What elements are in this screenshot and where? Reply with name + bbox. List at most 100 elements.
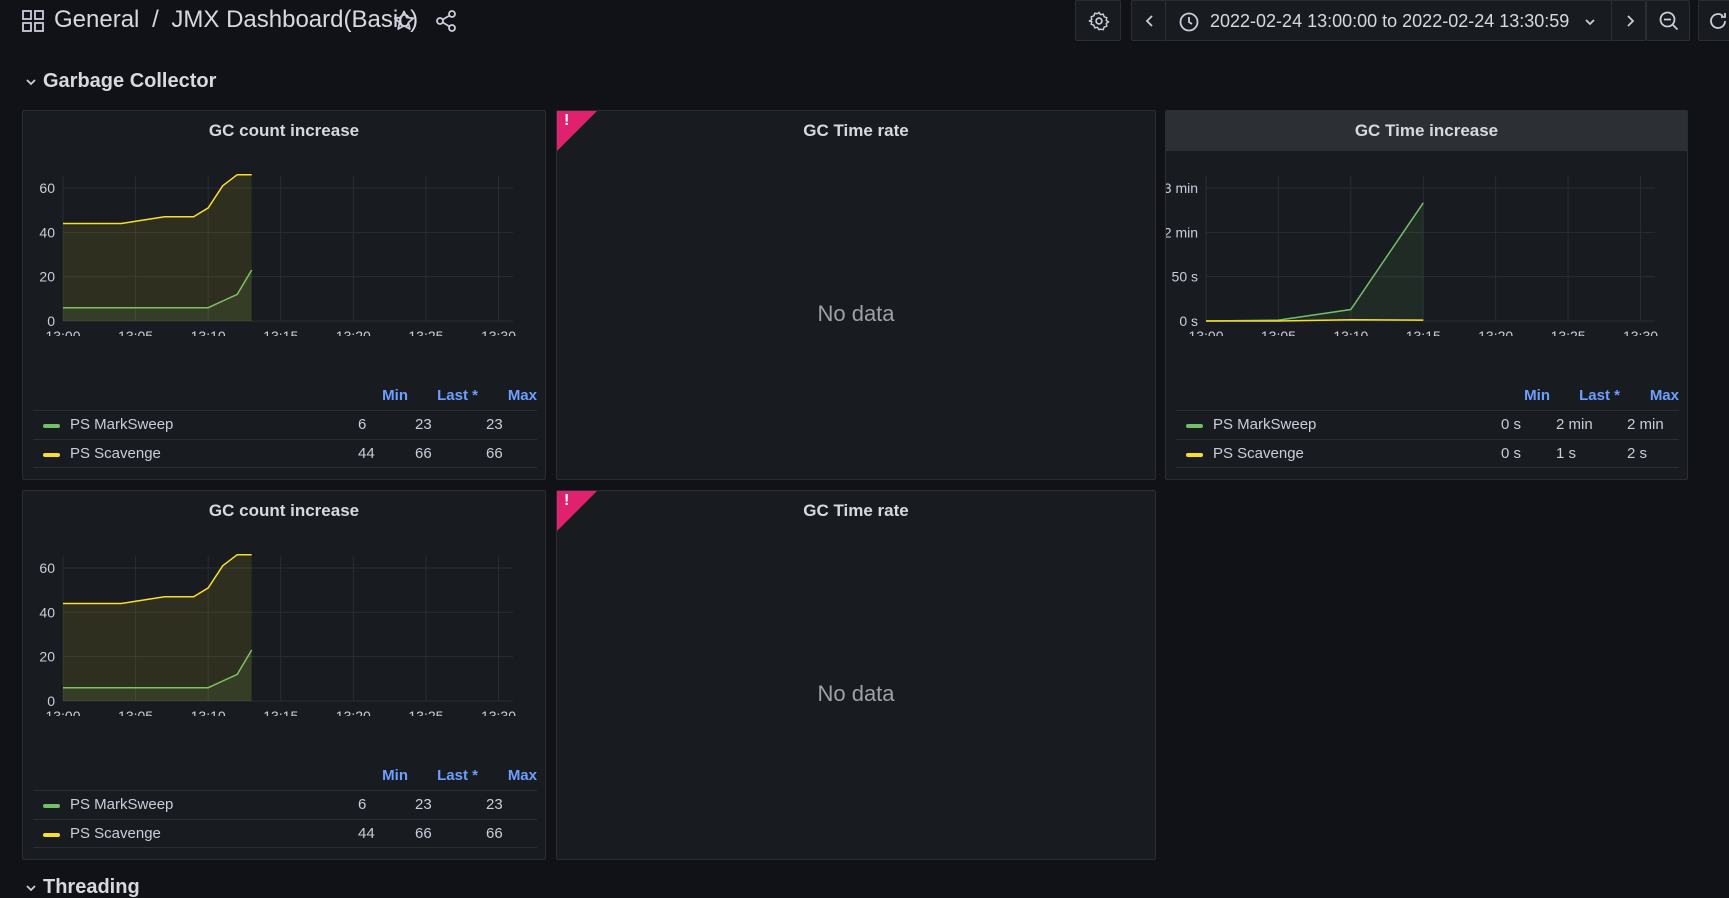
x-tick-label: 13:05 bbox=[118, 708, 153, 716]
legend-item[interactable]: PS MarkSweep 0 s 2 min 2 min bbox=[1176, 410, 1679, 439]
x-tick-label: 13:10 bbox=[191, 328, 226, 336]
legend-header-min[interactable]: Min bbox=[1492, 387, 1550, 404]
legend-series-name: PS Scavenge bbox=[70, 825, 161, 842]
legend-header-min[interactable]: Min bbox=[350, 387, 408, 404]
refresh-button[interactable] bbox=[1698, 0, 1729, 41]
legend-min: 0 s bbox=[1501, 416, 1522, 433]
dashboard-settings-button[interactable] bbox=[1075, 0, 1121, 41]
legend-series-name: PS MarkSweep bbox=[70, 416, 174, 433]
y-tick-label: 40 bbox=[39, 224, 55, 240]
series-color-swatch bbox=[1186, 453, 1203, 457]
x-tick-label: 13:25 bbox=[1551, 328, 1586, 336]
panel-title: GC count increase bbox=[208, 121, 360, 140]
breadcrumb-folder[interactable]: General bbox=[54, 6, 139, 33]
share-icon[interactable] bbox=[434, 9, 458, 33]
panel-header[interactable]: GC Time rate bbox=[557, 491, 1155, 531]
legend-max: 23 bbox=[486, 796, 503, 813]
panel-gc-count-increase[interactable]: GC count increase 0 20 40 60 13:00 13:05 13:10… bbox=[22, 110, 546, 480]
legend-item[interactable]: PS Scavenge 44 66 66 bbox=[33, 439, 537, 468]
x-tick-label: 13:20 bbox=[336, 708, 371, 716]
panel-header[interactable]: GC count increase bbox=[23, 111, 545, 151]
panel-header[interactable]: GC count increase bbox=[23, 491, 545, 531]
legend-header-last[interactable]: Last * bbox=[416, 767, 478, 784]
x-tick-label: 13:15 bbox=[263, 708, 298, 716]
legend-item[interactable]: PS Scavenge 0 s 1 s 2 s bbox=[1176, 439, 1679, 468]
time-shift-forward-button[interactable] bbox=[1611, 0, 1646, 41]
legend-min: 44 bbox=[358, 445, 375, 462]
series-area-ps-scavenge bbox=[63, 554, 252, 701]
star-icon[interactable] bbox=[392, 9, 416, 33]
y-tick-label: 0 s bbox=[1179, 313, 1198, 329]
panel-error-indicator[interactable] bbox=[557, 111, 597, 151]
no-data-message: No data bbox=[817, 681, 895, 706]
legend-max: 2 s bbox=[1627, 445, 1648, 462]
legend-header-last[interactable]: Last * bbox=[1558, 387, 1620, 404]
legend-item[interactable]: PS Scavenge 44 66 66 bbox=[33, 819, 537, 848]
y-tick-label: 20 bbox=[39, 269, 55, 285]
zoom-out-icon bbox=[1659, 11, 1679, 31]
legend-item[interactable]: PS MarkSweep 6 23 23 bbox=[33, 410, 537, 439]
legend-last: 2 min bbox=[1556, 416, 1593, 433]
series-color-swatch bbox=[1186, 424, 1203, 428]
panel-gc-count-increase[interactable]: GC count increase 0 20 40 60 13:00 13:05 13:10… bbox=[22, 490, 546, 860]
panel-header[interactable]: GC Time increase bbox=[1166, 111, 1687, 151]
legend-min: 0 s bbox=[1501, 445, 1522, 462]
x-tick-label: 13:00 bbox=[1188, 328, 1223, 336]
y-tick-label: 50 s bbox=[1172, 269, 1198, 285]
chevron-right-icon bbox=[1627, 15, 1635, 27]
x-tick-label: 13:10 bbox=[191, 708, 226, 716]
series-color-swatch bbox=[43, 453, 60, 457]
legend-item[interactable]: PS MarkSweep 6 23 23 bbox=[33, 790, 537, 819]
zoom-out-button[interactable] bbox=[1646, 0, 1690, 41]
time-range-label: 2022-02-24 13:00:00 to 2022-02-24 13:30:… bbox=[1210, 11, 1570, 31]
refresh-icon bbox=[1710, 13, 1726, 29]
legend-last: 66 bbox=[415, 825, 432, 842]
clock-icon bbox=[1179, 12, 1199, 32]
x-tick-label: 13:15 bbox=[263, 328, 298, 336]
panel-header[interactable]: GC Time rate bbox=[557, 111, 1155, 151]
timeseries-chart[interactable]: 0 s 50 s 2 min 3 min 13:00 13:05 13:10 13:15 13:… bbox=[1166, 166, 1689, 336]
time-shift-back-button[interactable] bbox=[1131, 0, 1166, 41]
x-tick-label: 13:10 bbox=[1333, 328, 1368, 336]
row-garbage-collector[interactable]: Garbage Collector bbox=[25, 70, 216, 93]
legend-max: 23 bbox=[486, 416, 503, 433]
legend-max: 2 min bbox=[1627, 416, 1664, 433]
y-tick-label: 20 bbox=[39, 649, 55, 665]
series-area-ps-marksweep bbox=[1206, 202, 1424, 321]
legend-header-max[interactable]: Max bbox=[485, 387, 537, 404]
chevron-down-icon bbox=[26, 79, 36, 86]
timeseries-chart[interactable]: 0 20 40 60 13:00 13:05 13:10 13:15 13:20 13:25 13:… bbox=[23, 166, 547, 336]
legend-series-name: PS Scavenge bbox=[70, 445, 161, 462]
y-tick-label: 60 bbox=[39, 180, 55, 196]
alert-icon: ! bbox=[564, 112, 570, 129]
apps-icon[interactable] bbox=[22, 10, 44, 32]
x-tick-label: 13:00 bbox=[45, 708, 80, 716]
time-range-picker[interactable]: 2022-02-24 13:00:00 to 2022-02-24 13:30:… bbox=[1165, 0, 1612, 41]
row-threading[interactable]: Threading bbox=[25, 876, 140, 898]
legend-header-last[interactable]: Last * bbox=[416, 387, 478, 404]
legend-max: 66 bbox=[486, 445, 503, 462]
y-tick-label: 40 bbox=[39, 604, 55, 620]
x-tick-label: 13:05 bbox=[118, 328, 153, 336]
legend-min: 44 bbox=[358, 825, 375, 842]
timeseries-chart[interactable]: 0 20 40 60 13:00 13:05 13:10 13:15 13:20 13:25 13:… bbox=[23, 546, 547, 716]
panel-gc-time-rate[interactable]: GC Time rate ! No data bbox=[556, 110, 1156, 480]
dashboard-title[interactable]: JMX Dashboard(Basic) bbox=[171, 6, 418, 33]
legend-header-max[interactable]: Max bbox=[1627, 387, 1679, 404]
y-tick-label: 0 bbox=[47, 313, 55, 329]
panel-gc-time-increase[interactable]: GC Time increase 0 s 50 s 2 min 3 min 13:00 1… bbox=[1165, 110, 1688, 480]
row-title: Threading bbox=[43, 876, 140, 898]
gear-icon bbox=[1088, 11, 1110, 31]
legend-min: 6 bbox=[358, 416, 367, 433]
x-tick-label: 13:20 bbox=[1478, 328, 1513, 336]
panel-error-indicator[interactable] bbox=[557, 491, 597, 531]
panel-title: GC count increase bbox=[208, 501, 360, 520]
legend-header-max[interactable]: Max bbox=[485, 767, 537, 784]
legend-max: 66 bbox=[486, 825, 503, 842]
legend-header-min[interactable]: Min bbox=[350, 767, 408, 784]
panel-gc-time-rate[interactable]: GC Time rate ! No data bbox=[556, 490, 1156, 860]
top-navbar: General / JMX Dashboard(Basic) 2022-02-2… bbox=[0, 0, 1729, 44]
no-data-message: No data bbox=[817, 301, 895, 326]
x-tick-label: 13:20 bbox=[336, 328, 371, 336]
legend-last: 1 s bbox=[1556, 445, 1577, 462]
